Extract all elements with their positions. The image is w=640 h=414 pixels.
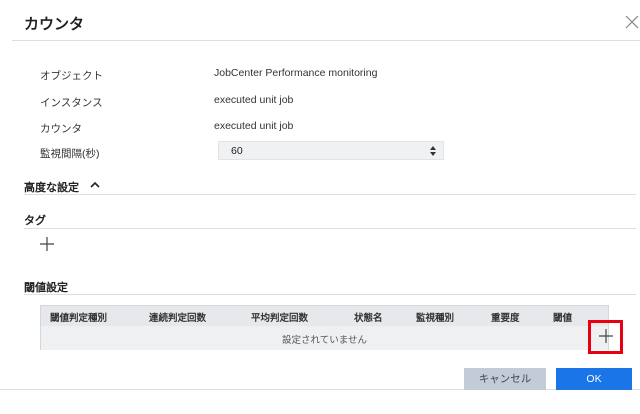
threshold-divider: [24, 294, 636, 295]
spinner-icon: [430, 146, 436, 156]
col-average-count: 平均判定回数: [251, 313, 309, 324]
ok-button[interactable]: OK: [556, 368, 632, 390]
interval-select[interactable]: 60: [218, 141, 444, 160]
add-tag-plus-icon[interactable]: [40, 237, 54, 251]
interval-value: 60: [231, 145, 243, 157]
threshold-title: 閾値設定: [24, 282, 68, 294]
tags-title: タグ: [24, 215, 46, 227]
dialog-title: カウンタ: [24, 16, 85, 33]
cancel-button[interactable]: キャンセル: [464, 368, 546, 390]
col-threshold-value: 閾値: [553, 313, 573, 324]
col-state-name: 状態名: [354, 313, 383, 324]
counter-label: カウンタ: [40, 123, 82, 135]
col-monitor-type: 監視種別: [416, 313, 455, 324]
advanced-settings-toggle[interactable]: 高度な設定: [24, 179, 79, 195]
counter-value: executed unit job: [214, 120, 294, 132]
close-icon[interactable]: [624, 14, 640, 30]
instance-label: インスタンス: [40, 97, 103, 109]
empty-message: 設定されていません: [282, 335, 367, 346]
tags-divider: [24, 228, 636, 229]
threshold-table-header: 閾値判定種別 連続判定回数 平均判定回数 状態名 監視種別 重要度 閾値: [41, 306, 608, 326]
object-label: オブジェクト: [40, 70, 103, 82]
threshold-table: 閾値判定種別 連続判定回数 平均判定回数 状態名 監視種別 重要度 閾値 設定さ…: [40, 305, 609, 350]
object-value: JobCenter Performance monitoring: [214, 67, 378, 79]
instance-value: executed unit job: [214, 94, 294, 106]
threshold-empty-row: 設定されていません: [41, 326, 608, 350]
add-threshold-plus-icon[interactable]: [599, 329, 613, 343]
col-severity: 重要度: [491, 313, 520, 324]
col-consecutive-count: 連続判定回数: [149, 313, 207, 324]
title-divider: [12, 40, 640, 41]
advanced-divider: [24, 194, 636, 195]
interval-label: 監視間隔(秒): [40, 148, 100, 160]
col-threshold-type: 閾値判定種別: [50, 313, 108, 324]
chevron-up-icon[interactable]: [90, 181, 100, 189]
